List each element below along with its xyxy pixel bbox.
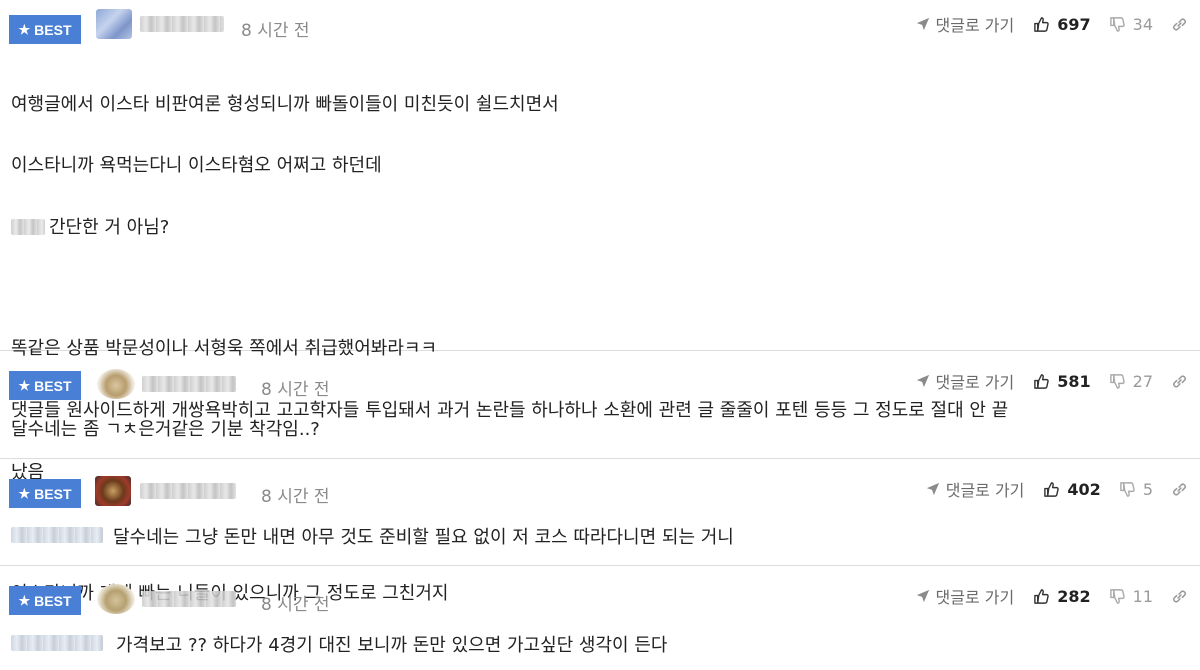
dislike-button[interactable]: 11 xyxy=(1109,587,1153,606)
thumbs-down-icon xyxy=(1119,481,1135,497)
like-count: 697 xyxy=(1057,14,1091,34)
star-icon: ★ xyxy=(18,592,31,608)
best-badge: ★ BEST xyxy=(9,586,81,615)
best-badge: ★ BEST xyxy=(9,15,81,44)
best-badge-label: BEST xyxy=(34,485,72,502)
timestamp: 8 시간 전 xyxy=(261,487,330,507)
avatar[interactable] xyxy=(97,584,135,614)
link-button[interactable] xyxy=(1171,16,1188,33)
comment-actions: 댓글로 가기 282 11 xyxy=(916,584,1200,608)
like-count: 581 xyxy=(1057,371,1091,391)
avatar[interactable] xyxy=(96,9,132,39)
reply-link-label: 댓글로 가기 xyxy=(945,481,1025,500)
best-badge-label: BEST xyxy=(34,21,72,38)
mention-redacted xyxy=(11,635,103,651)
username-redacted[interactable] xyxy=(140,16,224,32)
like-button[interactable]: 581 xyxy=(1033,371,1091,391)
star-icon: ★ xyxy=(18,21,31,37)
avatar[interactable] xyxy=(95,476,131,506)
link-button[interactable] xyxy=(1171,481,1188,498)
dislike-count: 27 xyxy=(1132,371,1153,391)
comment-item: ★ BEST 8 시간 전 댓글로 가기 697 34 여행글에서 이스타 비판… xyxy=(0,0,1200,604)
timestamp: 8 시간 전 xyxy=(261,380,330,400)
comment-body: 가격보고 ?? 하다가 4경기 대진 보니까 돈만 있으면 가고싶단 생각이 든… xyxy=(116,635,668,656)
thumbs-up-icon xyxy=(1034,16,1049,32)
comment-item: ★ BEST 8 시간 전 댓글로 가기 581 27 달수네는 좀 ㄱㅊ은거같… xyxy=(0,351,1200,459)
comment-body: 달수네는 그냥 돈만 내면 아무 것도 준비할 필요 없이 저 코스 따라다니면… xyxy=(113,527,734,548)
reply-link-label: 댓글로 가기 xyxy=(935,588,1015,607)
like-count: 402 xyxy=(1067,479,1101,499)
like-button[interactable]: 282 xyxy=(1033,586,1091,606)
dislike-count: 11 xyxy=(1132,586,1153,606)
reply-link-label: 댓글로 가기 xyxy=(935,373,1015,392)
star-icon: ★ xyxy=(18,377,31,393)
best-badge-label: BEST xyxy=(34,592,72,609)
comment-line-with-mention: 간단한 거 아님? xyxy=(11,213,1190,244)
thumbs-up-icon xyxy=(1044,481,1060,497)
like-button[interactable]: 402 xyxy=(1043,479,1101,499)
thumbs-up-icon xyxy=(1034,588,1049,604)
comment-body: 달수네는 좀 ㄱㅊ은거같은 기분 착각임..? xyxy=(11,419,320,440)
send-icon xyxy=(916,589,929,603)
thumbs-down-icon xyxy=(1109,373,1125,389)
comment-line: 간단한 거 아님? xyxy=(49,216,170,238)
comment-actions: 댓글로 가기 402 5 xyxy=(926,477,1200,501)
comment-item: ★ BEST 8 시간 전 댓글로 가기 282 11 가격보고 ?? 하다가 xyxy=(0,566,1200,670)
username-redacted[interactable] xyxy=(140,483,236,499)
best-badge: ★ BEST xyxy=(9,371,81,400)
comment-line: 여행글에서 이스타 비판여론 형성되니까 빠돌이들이 미친듯이 쉴드치면서 xyxy=(11,93,559,115)
reply-link[interactable]: 댓글로 가기 xyxy=(926,477,1025,501)
link-icon xyxy=(1173,375,1186,387)
avatar[interactable] xyxy=(97,369,135,399)
username-redacted[interactable] xyxy=(142,591,236,607)
mention-redacted xyxy=(11,218,45,235)
like-button[interactable]: 697 xyxy=(1033,14,1091,34)
link-icon xyxy=(1173,18,1186,30)
reply-link[interactable]: 댓글로 가기 xyxy=(916,584,1015,608)
link-icon xyxy=(1173,483,1186,495)
send-icon xyxy=(916,374,929,388)
thumbs-down-icon xyxy=(1109,588,1125,604)
send-icon xyxy=(926,482,939,496)
timestamp: 8 시간 전 xyxy=(241,21,310,41)
reply-link[interactable]: 댓글로 가기 xyxy=(916,12,1015,36)
dislike-button[interactable]: 5 xyxy=(1119,480,1153,499)
comment-item: ★ BEST 8 시간 전 댓글로 가기 402 5 달수네는 그냥 돈만 내면 xyxy=(0,459,1200,566)
link-icon xyxy=(1173,590,1186,602)
dislike-count: 34 xyxy=(1132,14,1153,34)
best-badge: ★ BEST xyxy=(9,479,81,508)
thumbs-down-icon xyxy=(1109,16,1125,32)
comment-actions: 댓글로 가기 581 27 xyxy=(916,369,1200,393)
send-icon xyxy=(916,17,929,31)
comment-list: ★ BEST 8 시간 전 댓글로 가기 697 34 여행글에서 이스타 비판… xyxy=(0,0,1200,670)
dislike-button[interactable]: 27 xyxy=(1109,372,1153,391)
reply-link[interactable]: 댓글로 가기 xyxy=(916,369,1015,393)
best-badge-label: BEST xyxy=(34,377,72,394)
dislike-count: 5 xyxy=(1142,479,1153,499)
thumbs-up-icon xyxy=(1034,373,1049,389)
mention-redacted xyxy=(11,527,103,543)
link-button[interactable] xyxy=(1171,373,1188,390)
reply-link-label: 댓글로 가기 xyxy=(935,16,1015,35)
star-icon: ★ xyxy=(18,485,31,501)
username-redacted[interactable] xyxy=(142,376,236,392)
dislike-button[interactable]: 34 xyxy=(1109,15,1153,34)
comment-line: 이스타니까 욕먹는다니 이스타혐오 어쩌고 하던데 xyxy=(11,155,382,177)
link-button[interactable] xyxy=(1171,588,1188,605)
like-count: 282 xyxy=(1057,586,1091,606)
timestamp: 8 시간 전 xyxy=(261,595,330,615)
comment-actions: 댓글로 가기 697 34 xyxy=(916,12,1200,36)
